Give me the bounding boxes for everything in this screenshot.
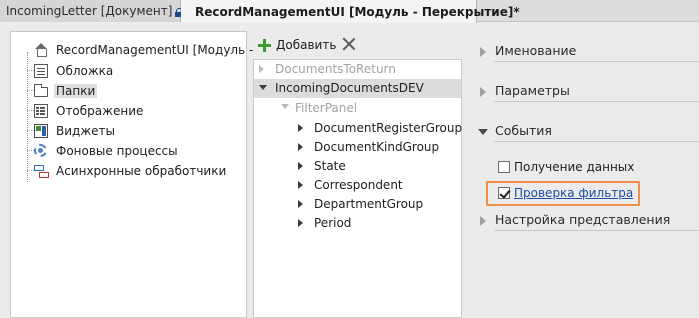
section-label: Настройка представления: [495, 212, 671, 227]
section-label: Именование: [495, 43, 577, 58]
section-naming[interactable]: Именование: [478, 41, 699, 63]
display-icon: [34, 104, 48, 118]
tab-incoming-letter[interactable]: IncomingLetter [Документ]: [0, 0, 184, 22]
tree-item-cover[interactable]: Обложка: [11, 61, 246, 81]
folder-item-document-register-group[interactable]: DocumentRegisterGroup: [254, 119, 463, 138]
collapse-arrow-icon[interactable]: [259, 85, 267, 90]
folders-tree: DocumentsToReturn IncomingDocumentsDEV F…: [253, 59, 462, 318]
folder-item-correspondent[interactable]: Correspondent: [254, 176, 461, 195]
folder-item-label: DepartmentGroup: [314, 197, 424, 211]
section-divider: [494, 61, 699, 62]
tree-item-label: Виджеты: [56, 124, 115, 138]
folder-item-label: Correspondent: [314, 178, 403, 192]
add-button-label: Добавить: [276, 38, 337, 52]
event-filter-check[interactable]: Проверка фильтра: [495, 185, 675, 203]
tree-item-label: Обложка: [56, 64, 114, 78]
folder-item-label: State: [314, 159, 346, 173]
plus-icon: [258, 38, 271, 52]
folder-item-incoming-documents-dev[interactable]: IncomingDocumentsDEV: [254, 79, 461, 98]
folder-item-document-kind-group[interactable]: DocumentKindGroup: [254, 138, 461, 157]
event-label: Получение данных: [514, 160, 635, 174]
async-handler-icon: [34, 164, 49, 178]
folder-item-label: DocumentsToReturn: [275, 62, 396, 76]
folder-item-department-group[interactable]: DepartmentGroup: [254, 195, 461, 214]
tree-item-label: Асинхронные обработчики: [56, 164, 227, 178]
folder-item-label: DocumentRegisterGroup: [314, 121, 463, 135]
module-structure-tree: RecordManagementUI [Модуль - Обложка Пап…: [10, 31, 253, 318]
expand-arrow-icon[interactable]: [298, 124, 303, 132]
folders-toolbar: Добавить: [256, 34, 462, 56]
tree-item-widgets[interactable]: Виджеты: [11, 121, 246, 141]
section-label: События: [495, 123, 552, 138]
tree-item-background-processes[interactable]: Фоновые процессы: [11, 141, 246, 161]
tree-item-label: Папки: [54, 84, 98, 98]
folder-item-documents-to-return[interactable]: DocumentsToReturn: [254, 60, 461, 79]
get-data-checkbox[interactable]: [498, 161, 510, 173]
expand-arrow-icon[interactable]: [298, 181, 303, 189]
expand-arrow-icon[interactable]: [480, 216, 486, 226]
folder-item-state[interactable]: State: [254, 157, 461, 176]
document-tab-bar: IncomingLetter [Документ] RecordManageme…: [0, 0, 699, 23]
expand-arrow-icon[interactable]: [298, 143, 303, 151]
folder-icon: [34, 84, 48, 97]
section-view-settings[interactable]: Настройка представления: [478, 210, 699, 232]
folder-item-label: FilterPanel: [295, 101, 358, 115]
folder-item-filter-panel[interactable]: FilterPanel: [254, 99, 461, 118]
section-divider: [494, 101, 699, 102]
collapse-arrow-icon[interactable]: [478, 129, 488, 135]
section-label: Параметры: [495, 83, 570, 98]
tab-label: IncomingLetter [Документ]: [6, 4, 173, 18]
tree-item-async-handlers[interactable]: Асинхронные обработчики: [11, 161, 246, 181]
tree-item-label: Фоновые процессы: [56, 144, 178, 158]
close-icon[interactable]: [342, 37, 356, 51]
tab-label: RecordManagementUI [Модуль - Перекрытие]…: [195, 4, 520, 19]
expand-arrow-icon[interactable]: [298, 162, 303, 170]
tree-item-label: RecordManagementUI [Модуль -: [56, 43, 254, 57]
expand-arrow-icon[interactable]: [480, 87, 486, 97]
section-divider: [494, 230, 699, 231]
folder-item-label: DocumentKindGroup: [314, 140, 440, 154]
filter-check-checkbox[interactable]: [498, 187, 510, 199]
section-events[interactable]: События: [478, 121, 699, 143]
event-get-data[interactable]: Получение данных: [495, 159, 675, 177]
folder-item-label: Period: [314, 216, 352, 230]
expand-arrow-icon[interactable]: [259, 65, 264, 73]
tree-root-record-management-ui[interactable]: RecordManagementUI [Модуль -: [11, 40, 253, 60]
tree-item-display[interactable]: Отображение: [11, 101, 246, 121]
section-parameters[interactable]: Параметры: [478, 81, 699, 103]
folder-item-period[interactable]: Period: [254, 214, 461, 233]
filter-check-link[interactable]: Проверка фильтра: [514, 186, 633, 200]
home-icon: [34, 43, 48, 57]
section-divider: [494, 141, 699, 142]
tree-item-folders[interactable]: Папки: [11, 81, 246, 101]
tab-record-management-ui[interactable]: RecordManagementUI [Модуль - Перекрытие]…: [181, 0, 520, 23]
gear-icon: [34, 144, 47, 157]
cover-icon: [34, 64, 48, 78]
tree-item-label: Отображение: [56, 104, 144, 118]
folder-item-label: IncomingDocumentsDEV: [275, 81, 424, 95]
expand-arrow-icon[interactable]: [480, 47, 486, 57]
expand-arrow-icon[interactable]: [298, 219, 303, 227]
add-button[interactable]: Добавить: [258, 36, 336, 54]
expand-arrow-icon[interactable]: [298, 200, 303, 208]
widgets-icon: [34, 124, 48, 138]
collapse-arrow-icon[interactable]: [281, 104, 289, 109]
